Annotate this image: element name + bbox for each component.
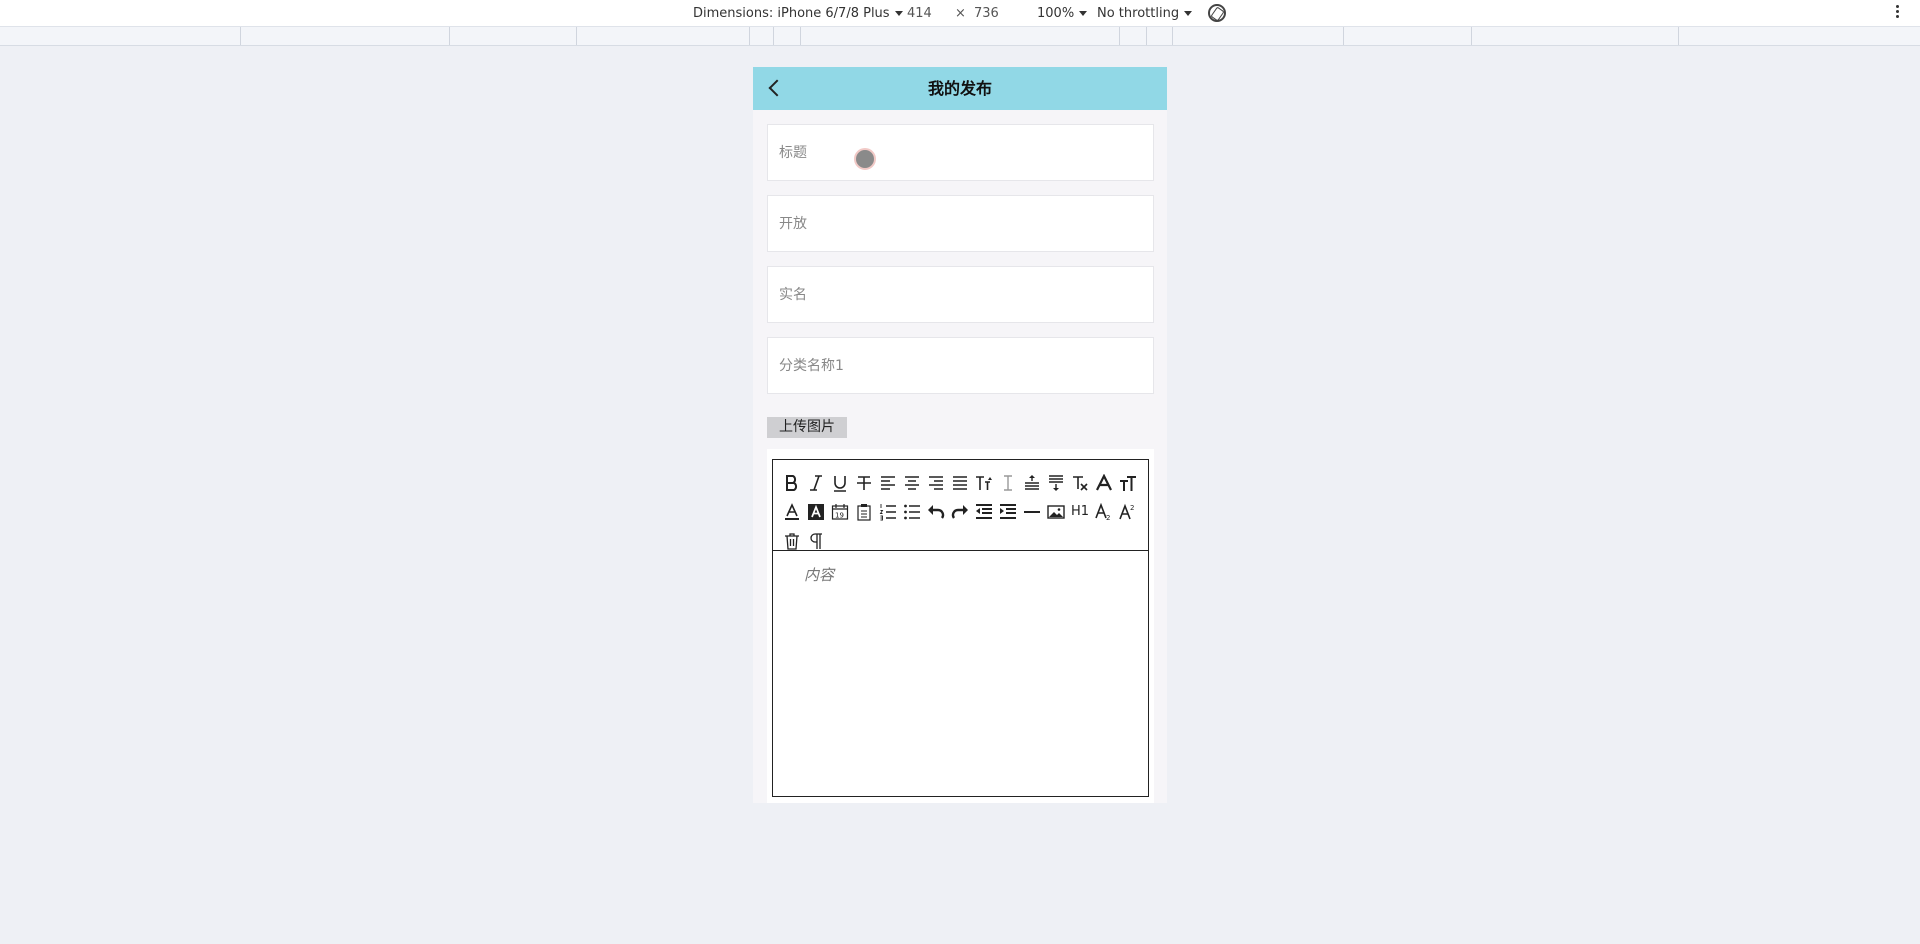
strikethrough-icon[interactable]: [852, 471, 876, 495]
font-color-icon[interactable]: [780, 500, 804, 524]
device-viewport: 我的发布 上传图片: [753, 67, 1167, 803]
toolbar-row: 19 H1 2 2: [780, 497, 1148, 526]
paste-icon[interactable]: [852, 500, 876, 524]
image-icon[interactable]: [1044, 500, 1068, 524]
indent-top-icon[interactable]: [1020, 471, 1044, 495]
delete-icon[interactable]: [780, 529, 804, 553]
align-justify-icon[interactable]: [948, 471, 972, 495]
title-input[interactable]: [768, 125, 1153, 180]
ruler-segment[interactable]: [773, 27, 774, 45]
realname-field[interactable]: [767, 266, 1154, 323]
italic-icon[interactable]: [804, 471, 828, 495]
realname-input[interactable]: [768, 267, 1153, 322]
zoom-selector[interactable]: 100%: [1037, 6, 1088, 21]
superscript-icon[interactable]: 2: [1116, 500, 1140, 524]
back-arrow-icon[interactable]: [767, 80, 781, 94]
editor-toolbar: 19 H1 2 2: [773, 460, 1148, 551]
horizontal-rule-icon[interactable]: [1020, 500, 1044, 524]
toolbar-row: [780, 526, 1148, 555]
devtools-device-toolbar: Dimensions: iPhone 6/7/8 Plus 414 × 736 …: [0, 0, 1920, 27]
font-size-icon[interactable]: [972, 471, 996, 495]
throttling-label: No throttling: [1097, 6, 1180, 21]
text-height-icon[interactable]: [1116, 471, 1140, 495]
category-input[interactable]: [768, 338, 1153, 393]
ruler-segment[interactable]: [240, 27, 241, 45]
open-field[interactable]: [767, 195, 1154, 252]
ruler-segment[interactable]: [749, 27, 750, 45]
throttling-selector[interactable]: No throttling: [1097, 6, 1193, 21]
date-icon[interactable]: 19: [828, 500, 852, 524]
app-header: 我的发布: [753, 67, 1167, 110]
toolbar-row: [780, 468, 1148, 497]
ruler-segment[interactable]: [1343, 27, 1344, 45]
paragraph-icon[interactable]: [804, 529, 828, 553]
font-family-icon[interactable]: [1092, 471, 1116, 495]
indent-bottom-icon[interactable]: [1044, 471, 1068, 495]
title-field[interactable]: [767, 124, 1154, 181]
clear-format-icon[interactable]: [1068, 471, 1092, 495]
rotate-icon[interactable]: [1208, 4, 1226, 22]
heading-icon[interactable]: H1: [1068, 500, 1092, 524]
align-right-icon[interactable]: [924, 471, 948, 495]
touch-cursor: [854, 148, 876, 170]
ruler-segment[interactable]: [1471, 27, 1472, 45]
align-left-icon[interactable]: [876, 471, 900, 495]
ruler-segment[interactable]: [1119, 27, 1120, 45]
category-field[interactable]: [767, 337, 1154, 394]
editor-container: 19 H1 2 2 内容: [767, 449, 1154, 803]
align-center-icon[interactable]: [900, 471, 924, 495]
rich-text-editor: 19 H1 2 2 内容: [772, 459, 1149, 797]
chevron-down-icon: [1184, 11, 1193, 16]
undo-icon[interactable]: [924, 500, 948, 524]
background-color-icon[interactable]: [804, 500, 828, 524]
page-title: 我的发布: [927, 79, 992, 98]
zoom-label: 100%: [1037, 6, 1075, 21]
outdent-icon[interactable]: [972, 500, 996, 524]
chevron-down-icon: [1079, 11, 1088, 16]
width-input[interactable]: 414: [907, 6, 932, 21]
ruler-segment[interactable]: [1172, 27, 1173, 45]
svg-text:19: 19: [835, 511, 844, 519]
upload-image-button[interactable]: 上传图片: [767, 417, 847, 438]
svg-text:2: 2: [1106, 514, 1110, 521]
height-input[interactable]: 736: [974, 6, 999, 21]
ordered-list-icon[interactable]: [876, 500, 900, 524]
svg-text:2: 2: [1130, 504, 1134, 512]
content-placeholder: 内容: [804, 566, 835, 584]
underline-icon[interactable]: [828, 471, 852, 495]
ruler-segment[interactable]: [449, 27, 450, 45]
times-sign: ×: [955, 6, 966, 21]
ruler-segment[interactable]: [800, 27, 801, 45]
media-query-ruler: [0, 27, 1920, 46]
device-selector[interactable]: Dimensions: iPhone 6/7/8 Plus: [693, 6, 903, 21]
unordered-list-icon[interactable]: [900, 500, 924, 524]
device-dimensions-label: Dimensions: iPhone 6/7/8 Plus: [693, 6, 890, 21]
indent-icon[interactable]: [996, 500, 1020, 524]
ruler-segment[interactable]: [576, 27, 577, 45]
open-input[interactable]: [768, 196, 1153, 251]
redo-icon[interactable]: [948, 500, 972, 524]
ruler-segment[interactable]: [1678, 27, 1679, 45]
chevron-down-icon: [894, 11, 903, 16]
line-height-icon[interactable]: [996, 471, 1020, 495]
subscript-icon[interactable]: 2: [1092, 500, 1116, 524]
more-options-icon[interactable]: [1896, 5, 1900, 21]
bold-icon[interactable]: [780, 471, 804, 495]
ruler-segment[interactable]: [1146, 27, 1147, 45]
